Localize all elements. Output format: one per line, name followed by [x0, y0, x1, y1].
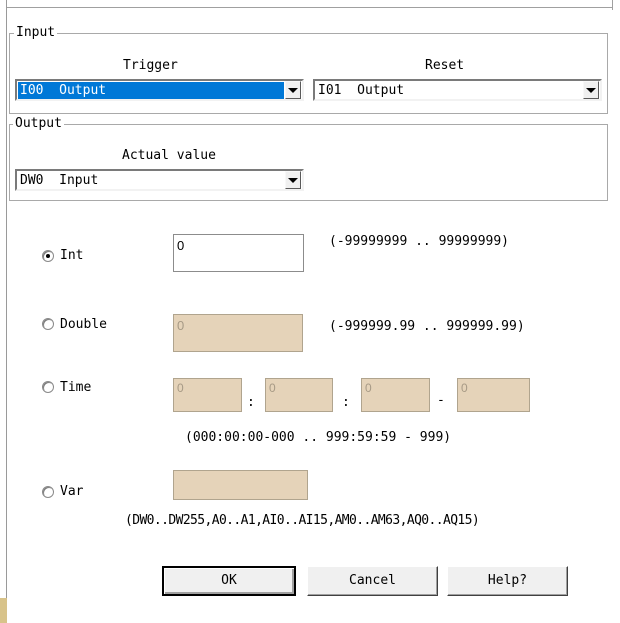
- time-seconds-input[interactable]: 0: [361, 378, 430, 412]
- var-input[interactable]: [173, 470, 308, 500]
- radio-checked-dot: [46, 254, 50, 258]
- time-range: (000:00:00-000 .. 999:59:59 - 999): [185, 430, 452, 445]
- window-corner-accent: [0, 598, 7, 623]
- actual-value-label: Actual value: [122, 148, 216, 163]
- ok-button[interactable]: OK: [162, 566, 296, 596]
- int-label[interactable]: Int: [60, 248, 83, 264]
- chevron-down-icon: [288, 177, 298, 183]
- double-range: (-999999.99 .. 999999.99): [329, 319, 525, 334]
- reset-dropdown[interactable]: I01 Output: [313, 79, 602, 101]
- double-input[interactable]: 0: [173, 314, 303, 352]
- var-range: (DW0..DW255,A0..A1,AI0..AI15,AM0..AM63,A…: [125, 513, 480, 528]
- actual-value-dropdown-arrow[interactable]: [285, 171, 301, 189]
- chevron-down-icon: [288, 87, 298, 93]
- int-range: (-99999999 .. 99999999): [329, 234, 510, 249]
- time-radio[interactable]: [42, 381, 54, 393]
- input-group: [9, 33, 608, 114]
- double-radio[interactable]: [42, 318, 54, 330]
- int-radio[interactable]: [42, 250, 54, 262]
- cancel-button[interactable]: Cancel: [307, 566, 438, 596]
- input-group-legend: Input: [14, 25, 58, 40]
- time-separator-1: :: [247, 395, 255, 410]
- time-label[interactable]: Time: [60, 380, 91, 396]
- double-label[interactable]: Double: [60, 317, 107, 333]
- actual-value-dropdown-value: DW0 Input: [20, 172, 99, 188]
- time-minutes-input[interactable]: 0: [265, 378, 333, 412]
- chevron-down-icon: [586, 87, 596, 93]
- top-divider: [7, 7, 613, 8]
- time-separator-2: :: [342, 395, 350, 410]
- right-edge: [612, 0, 613, 10]
- trigger-dropdown-arrow[interactable]: [285, 81, 301, 99]
- window-left-edge: [0, 0, 7, 623]
- trigger-dropdown-value: I00 Output: [18, 81, 284, 99]
- var-label[interactable]: Var: [60, 484, 83, 500]
- time-hours-input[interactable]: 0: [173, 378, 242, 412]
- trigger-label: Trigger: [123, 58, 178, 73]
- time-milliseconds-input[interactable]: 0: [457, 378, 530, 412]
- output-group-legend: Output: [13, 116, 64, 131]
- int-input[interactable]: 0: [173, 234, 304, 272]
- time-separator-3: -: [437, 393, 445, 408]
- actual-value-dropdown[interactable]: DW0 Input: [15, 169, 304, 191]
- reset-dropdown-arrow[interactable]: [583, 81, 599, 99]
- trigger-dropdown[interactable]: I00 Output: [15, 79, 304, 101]
- reset-label: Reset: [425, 58, 465, 73]
- help-button[interactable]: Help?: [447, 566, 568, 596]
- var-radio[interactable]: [42, 486, 54, 498]
- reset-dropdown-value: I01 Output: [318, 82, 405, 98]
